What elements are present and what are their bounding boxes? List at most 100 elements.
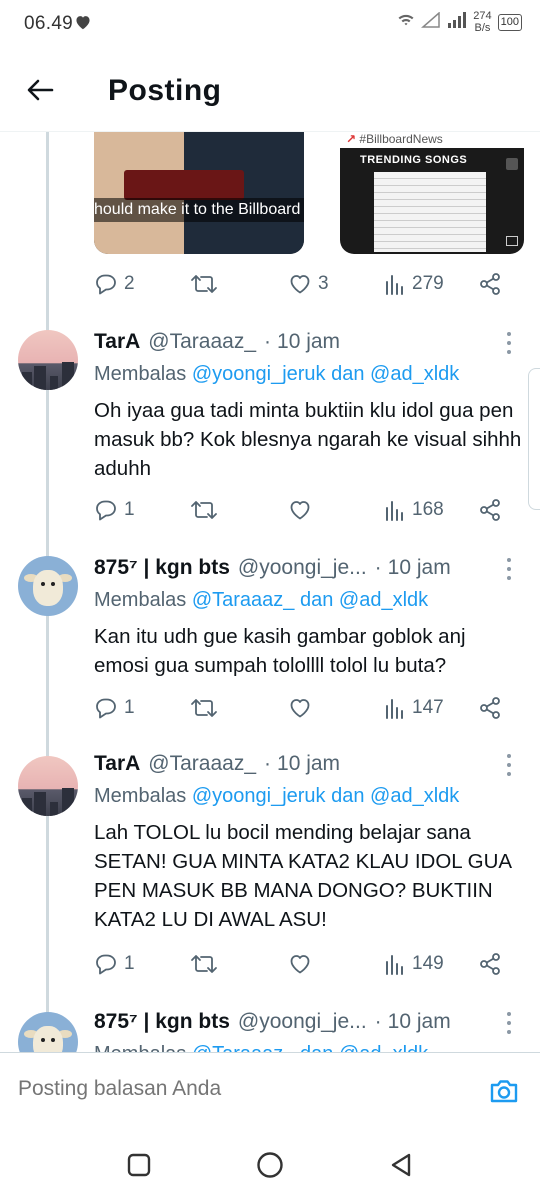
mention-joiner[interactable]: dan [331,363,364,385]
reply-count: 2 [124,273,135,294]
tweet-header: TarA @Taraaaz_ · 10 jam [94,752,340,776]
views-icon [386,275,403,295]
mention-joiner[interactable]: dan [331,785,364,807]
retweet-icon [191,501,217,519]
mention-link[interactable]: @ad_xldk [370,363,459,385]
media-thumbnail-billboard[interactable]: ↗ #BillboardNews TRENDING SONGS [340,132,524,254]
heart-status-icon [74,14,92,35]
status-right-group: 274 B/s 100 [397,10,522,34]
views-button[interactable]: 149 [384,948,444,980]
retweet-button[interactable] [190,948,218,980]
share-button[interactable] [478,948,502,980]
avatar[interactable] [18,756,78,816]
share-button[interactable] [478,494,502,526]
tweet-header: 875⁷ | kgn bts @yoongi_je... · 10 jam [94,556,451,580]
like-button[interactable] [288,948,312,980]
heart-icon [290,699,310,718]
display-name[interactable]: 875⁷ | kgn bts [94,556,230,580]
mention-link[interactable]: @Taraaaz_ [192,589,295,611]
user-handle[interactable]: @Taraaaz_ [148,752,256,776]
retweet-button[interactable] [190,494,218,526]
user-handle[interactable]: @yoongi_je... [238,1010,367,1034]
home-icon [257,1152,283,1178]
display-name[interactable]: 875⁷ | kgn bts [94,1010,230,1034]
tweet-action-bar: 1 168 [94,494,514,526]
like-button[interactable] [288,494,312,526]
network-speed-value: 274 [473,10,492,22]
share-icon [480,953,500,975]
replying-to-label: Membalas [94,1043,186,1052]
reply-composer [0,1052,540,1130]
user-handle[interactable]: @yoongi_je... [238,556,367,580]
views-button[interactable]: 279 [384,268,444,300]
reply-button[interactable]: 1 [94,494,135,526]
more-options-icon[interactable] [506,558,512,580]
separator-dot: · [374,1010,382,1033]
views-button[interactable]: 168 [384,494,444,526]
share-button[interactable] [478,692,502,724]
tweet-text: Kan itu udh gue kasih gambar goblok anj … [94,625,466,677]
mention-link[interactable]: @Taraaaz_ [192,1043,295,1052]
more-options-icon[interactable] [506,332,512,354]
mention-link[interactable]: @ad_xldk [370,785,459,807]
avatar[interactable] [18,1012,78,1052]
reply-icon [96,698,116,719]
scroll-handle[interactable] [528,368,540,510]
more-options-icon[interactable] [506,1012,512,1034]
like-count: 3 [318,273,329,294]
mention-link[interactable]: @yoongi_jeruk [192,785,326,807]
display-name[interactable]: TarA [94,752,140,776]
separator-dot: · [264,752,272,775]
timestamp[interactable]: 10 jam [277,330,340,354]
media-thumbnail-video[interactable]: hould make it to the Billboard [94,132,304,254]
billboard-chart-title: TRENDING SONGS [360,154,468,166]
mention-link[interactable]: @yoongi_jeruk [192,363,326,385]
mention-joiner[interactable]: dan [300,589,333,611]
reply-input[interactable] [18,1077,458,1101]
retweet-button[interactable] [190,692,218,724]
view-count: 279 [412,273,444,294]
reply-count: 1 [124,953,135,974]
reply-button[interactable]: 2 [94,268,135,300]
page-title: Posting [108,74,222,107]
system-nav-bar [0,1130,540,1200]
recent-apps-button[interactable] [124,1150,154,1180]
reply-tweet[interactable]: 875⁷ | kgn bts @yoongi_je... · 10 jam Me… [0,1010,540,1052]
timestamp[interactable]: 10 jam [388,556,451,580]
reply-button[interactable]: 1 [94,948,135,980]
more-options-icon[interactable] [506,754,512,776]
avatar[interactable] [18,556,78,616]
timestamp[interactable]: 10 jam [388,1010,451,1034]
volume-icon[interactable] [506,236,518,246]
mention-joiner[interactable]: dan [300,1043,333,1052]
replying-to: Membalas @yoongi_jeruk dan @ad_xldk [94,785,459,808]
views-icon [386,699,403,719]
recent-apps-icon [127,1153,151,1177]
display-name[interactable]: TarA [94,330,140,354]
share-button[interactable] [478,268,502,300]
back-nav-button[interactable] [386,1150,416,1180]
tweet-header: TarA @Taraaaz_ · 10 jam [94,330,340,354]
mention-link[interactable]: @ad_xldk [339,589,428,611]
replying-to-label: Membalas [94,363,187,385]
like-button[interactable]: 3 [288,268,329,300]
avatar[interactable] [18,330,78,390]
reply-count: 1 [124,499,135,520]
timestamp[interactable]: 10 jam [277,752,340,776]
tweet-action-bar: 1 147 [94,692,514,724]
close-icon [506,158,518,170]
heart-icon [290,955,310,974]
like-button[interactable] [288,692,312,724]
mention-link[interactable]: @ad_xldk [339,1043,428,1052]
share-icon [480,499,500,521]
views-button[interactable]: 147 [384,692,444,724]
billboard-chart-image: TRENDING SONGS [340,148,524,254]
battery-indicator: 100 [497,13,522,31]
user-handle[interactable]: @Taraaaz_ [148,330,256,354]
reply-button[interactable]: 1 [94,692,135,724]
retweet-button[interactable] [190,268,218,300]
home-button[interactable] [255,1150,285,1180]
camera-button[interactable] [488,1075,520,1107]
trend-icon: ↗ [346,132,357,146]
back-button[interactable] [22,72,58,108]
